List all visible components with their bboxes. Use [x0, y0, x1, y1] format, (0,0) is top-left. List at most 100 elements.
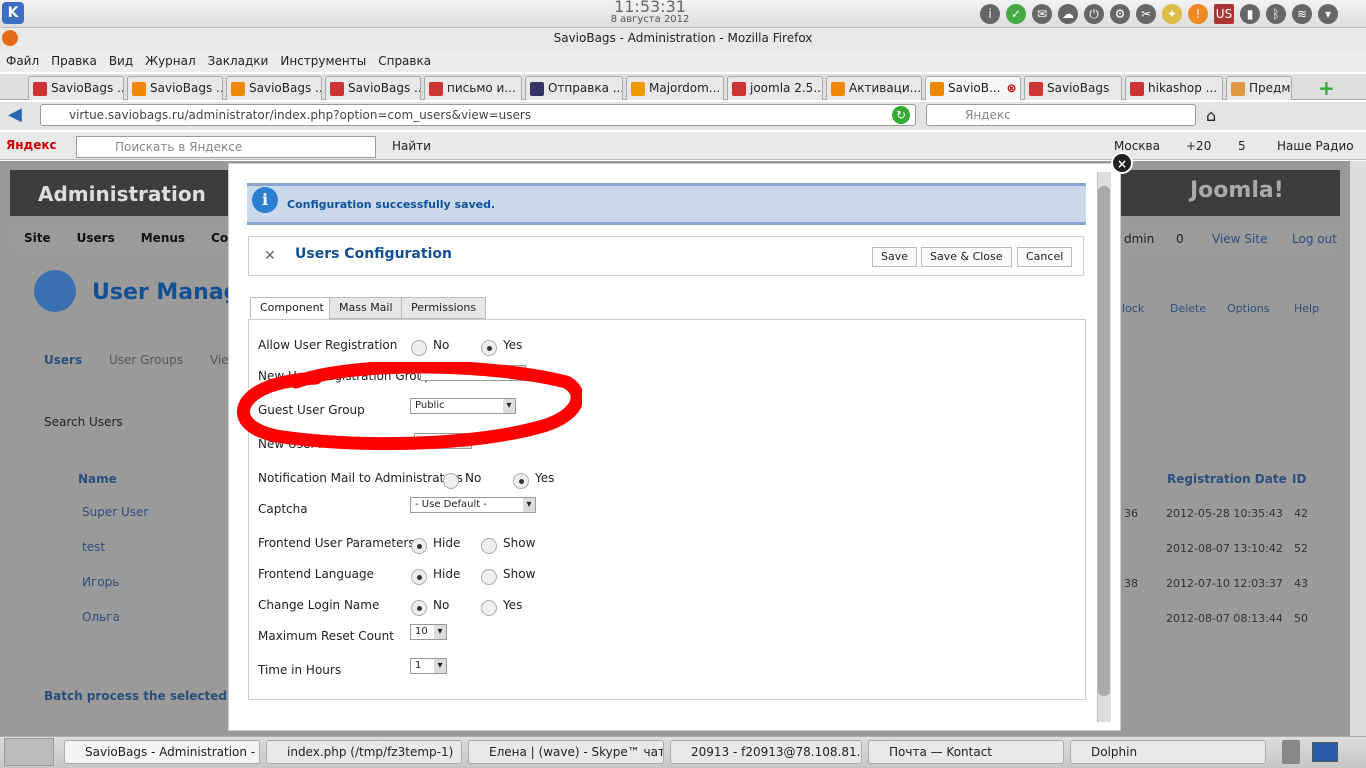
tab-permissions[interactable]: Permissions	[401, 297, 487, 319]
subnav-levels[interactable]: Vie	[210, 353, 229, 367]
warning-icon[interactable]: !	[1188, 4, 1208, 24]
frontend-params-show-radio[interactable]	[481, 538, 497, 554]
browser-tab[interactable]: SavioBags ...	[325, 76, 421, 100]
tab-component[interactable]: Component	[250, 297, 334, 319]
frontend-lang-hide-radio[interactable]	[411, 569, 427, 585]
menu-help[interactable]: Справка	[378, 50, 431, 72]
allow-reg-no-radio[interactable]	[411, 340, 427, 356]
browser-tab[interactable]: Активаци...	[826, 76, 922, 100]
menu-tools[interactable]: Инструменты	[280, 50, 366, 72]
scissors-icon[interactable]: ✂	[1136, 4, 1156, 24]
allow-reg-yes-radio[interactable]	[481, 340, 497, 356]
browser-tab[interactable]: SavioBags ...	[28, 76, 124, 100]
time-hours-select[interactable]: 1	[410, 658, 447, 674]
toolbar-delete[interactable]: Delete	[1170, 302, 1206, 315]
toolbar-block[interactable]: lock	[1122, 302, 1144, 315]
weather-label[interactable]: +20	[1186, 139, 1211, 153]
new-tab-icon[interactable]: +	[1318, 76, 1335, 100]
close-modal-icon[interactable]: ×	[1111, 152, 1133, 174]
url-bar[interactable]: virtue.saviobags.ru/administrator/index.…	[40, 104, 916, 126]
change-login-no-radio[interactable]	[411, 600, 427, 616]
browser-tab[interactable]: письмо и...	[424, 76, 522, 100]
toolbar-help[interactable]: Help	[1294, 302, 1319, 315]
desktop-pager[interactable]	[4, 738, 54, 766]
menu-history[interactable]: Журнал	[145, 50, 196, 72]
page-scrollbar[interactable]	[1350, 161, 1366, 736]
yandex-find-button[interactable]: Найти	[392, 139, 431, 153]
browser-tab[interactable]: Предме	[1226, 76, 1292, 100]
wifi-icon[interactable]: ≋	[1292, 4, 1312, 24]
info-icon[interactable]: i	[980, 4, 1000, 24]
kde-menu-icon[interactable]: K	[2, 2, 24, 24]
menu-bookmarks[interactable]: Закладки	[208, 50, 269, 72]
browser-tab[interactable]: Отправка ...	[525, 76, 623, 100]
radio-label[interactable]: Наше Радио	[1277, 139, 1354, 153]
toolbar-options[interactable]: Options	[1227, 302, 1269, 315]
cancel-button[interactable]: Cancel	[1017, 247, 1073, 267]
captcha-select[interactable]: - Use Default -	[410, 497, 536, 513]
frontend-params-hide-radio[interactable]	[411, 538, 427, 554]
gear-icon[interactable]: ⚙	[1110, 4, 1130, 24]
frontend-lang-show-radio[interactable]	[481, 569, 497, 585]
chevron-down-icon[interactable]: ▾	[1318, 4, 1338, 24]
menu-edit[interactable]: Правка	[51, 50, 97, 72]
yandex-search-input[interactable]: Поискать в Яндексе	[76, 136, 376, 158]
menu-file[interactable]: Файл	[6, 50, 39, 72]
subnav-users[interactable]: Users	[44, 353, 82, 367]
browser-tab[interactable]: hikashop ...	[1125, 76, 1223, 100]
admin-link[interactable]: dmin	[1124, 232, 1154, 246]
log-out-link[interactable]: Log out	[1292, 232, 1337, 246]
column-registration[interactable]: Registration Date	[1167, 472, 1287, 486]
city-label[interactable]: Москва	[1114, 139, 1160, 153]
view-site-link[interactable]: View Site	[1212, 232, 1267, 246]
column-id[interactable]: ID	[1292, 472, 1306, 486]
keyboard-layout-icon[interactable]: US	[1214, 4, 1234, 24]
chat-icon[interactable]: ☁	[1058, 4, 1078, 24]
mail-count[interactable]: 5	[1238, 139, 1246, 153]
save-button[interactable]: Save	[872, 247, 918, 267]
guest-user-group-value[interactable]: Public	[410, 398, 516, 414]
home-icon[interactable]: ⌂	[1206, 106, 1216, 125]
column-name[interactable]: Name	[78, 472, 117, 486]
show-desktop-icon[interactable]	[1312, 742, 1338, 762]
change-login-yes-radio[interactable]	[481, 600, 497, 616]
notify-yes-radio[interactable]	[513, 473, 529, 489]
menu-site[interactable]: Site	[24, 226, 51, 250]
modal-scroll-thumb[interactable]	[1098, 186, 1110, 696]
check-icon[interactable]: ✓	[1006, 4, 1026, 24]
reload-icon[interactable]: ↻	[892, 106, 910, 124]
search-bar[interactable]: Яндекс	[926, 104, 1196, 126]
task-filezilla[interactable]: 20913 - f20913@78.108.81.4	[670, 740, 862, 764]
browser-tab[interactable]: SavioBags	[1024, 76, 1122, 100]
bulb-icon[interactable]: ✦	[1162, 4, 1182, 24]
clipboard-icon[interactable]	[1282, 740, 1300, 764]
messages-count[interactable]: 0	[1176, 232, 1184, 246]
menu-view[interactable]: Вид	[109, 50, 133, 72]
subnav-groups[interactable]: User Groups	[109, 353, 183, 367]
bluetooth-icon[interactable]: ᛒ	[1266, 4, 1286, 24]
task-kontact[interactable]: Почта — Kontact	[868, 740, 1064, 764]
save-close-button[interactable]: Save & Close	[921, 247, 1012, 267]
user-row-name[interactable]: Игорь	[82, 575, 119, 589]
browser-tab[interactable]: joomla 2.5...	[727, 76, 823, 100]
user-row-name[interactable]: test	[82, 540, 105, 554]
menu-users[interactable]: Users	[77, 226, 115, 250]
browser-tab[interactable]: SavioBags ...	[226, 76, 322, 100]
browser-tab-active[interactable]: SavioB... ⊗	[925, 76, 1021, 100]
power-icon[interactable]: ⏻	[1084, 4, 1104, 24]
tab-mass-mail[interactable]: Mass Mail	[329, 297, 403, 319]
close-tab-icon[interactable]: ⊗	[1006, 81, 1016, 95]
task-firefox[interactable]: SavioBags - Administration - M	[64, 740, 260, 764]
task-skype[interactable]: Елена | (wave) - Skype™ чат	[468, 740, 664, 764]
back-icon[interactable]: ◀	[8, 104, 22, 125]
browser-tab[interactable]: Majordom...	[626, 76, 724, 100]
message-icon[interactable]: ✉	[1032, 4, 1052, 24]
battery-icon[interactable]: ▮	[1240, 4, 1260, 24]
notify-no-radio[interactable]	[443, 473, 459, 489]
browser-tab[interactable]: SavioBags ...	[127, 76, 223, 100]
user-row-name[interactable]: Super User	[82, 505, 148, 519]
task-kate[interactable]: index.php (/tmp/fz3temp-1)	[266, 740, 462, 764]
menu-menus[interactable]: Menus	[141, 226, 185, 250]
max-reset-select[interactable]: 10	[410, 624, 447, 640]
task-dolphin[interactable]: Dolphin	[1070, 740, 1266, 764]
